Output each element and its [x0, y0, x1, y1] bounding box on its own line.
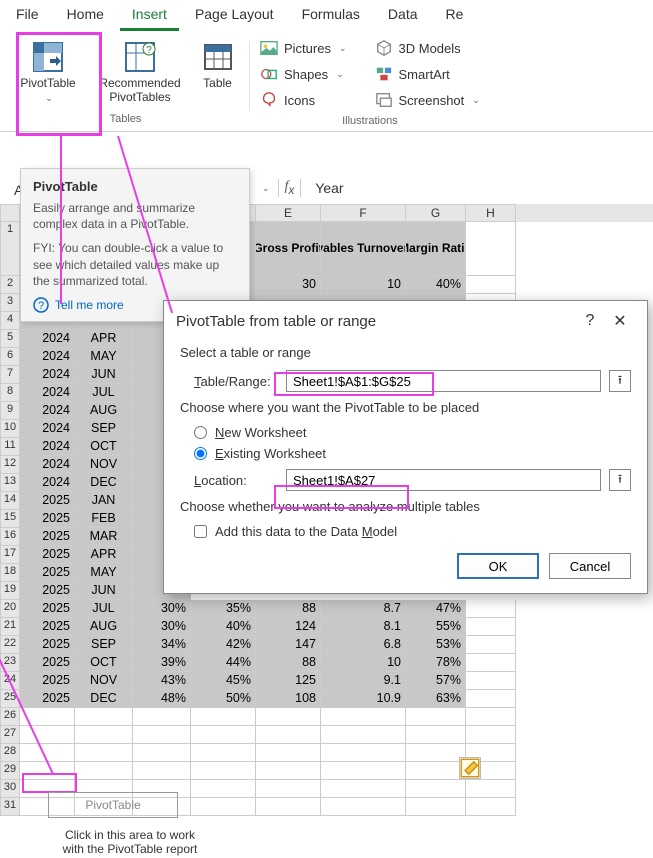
tooltip-p1: Easily arrange and summarize complex dat… — [33, 200, 237, 232]
table-range-input[interactable] — [286, 370, 601, 392]
existing-worksheet-radio[interactable]: Existing Worksheet — [194, 446, 631, 461]
range-picker-button[interactable]: ⭱ — [609, 370, 631, 392]
tooltip-p2: FYI: You can double-click a value to see… — [33, 240, 237, 289]
pictures-button[interactable]: Pictures⌄ — [254, 37, 353, 59]
table-range-label: Table/Range: — [194, 374, 278, 389]
menu-data[interactable]: Data — [376, 2, 430, 31]
ribbon-group-illustrations-label: Illustrations — [342, 111, 398, 131]
pivot-hint: Click in this area to workwith the Pivot… — [30, 828, 230, 856]
table-row: 29 — [0, 762, 653, 780]
shapes-button[interactable]: Shapes⌄ — [254, 63, 353, 85]
help-icon: ? — [33, 297, 49, 313]
smartart-button[interactable]: SmartArt — [369, 63, 486, 85]
table-row: 28 — [0, 744, 653, 762]
recommended-pivot-icon: ? — [124, 41, 156, 73]
table-row: 25 2025 DEC 48% 50% 108 10.9 63% — [0, 690, 653, 708]
smartart-icon — [375, 65, 393, 83]
icons-icon — [260, 91, 278, 109]
fx-icon[interactable]: fx — [278, 179, 302, 197]
table-row: 26 — [0, 708, 653, 726]
menu-insert[interactable]: Insert — [120, 2, 179, 31]
svg-text:?: ? — [38, 300, 44, 312]
menu-home[interactable]: Home — [55, 2, 116, 31]
dialog-sec1: Select a table or range — [180, 345, 631, 360]
quick-analysis-icon — [460, 758, 480, 778]
pivot-table-icon — [32, 41, 64, 73]
shapes-icon — [260, 65, 278, 83]
dialog-help-button[interactable]: ? — [575, 312, 605, 330]
ribbon: PivotTable⌄ ? Recommended PivotTables Ta… — [0, 31, 653, 132]
ok-button[interactable]: OK — [457, 553, 539, 579]
dialog-sec2: Choose where you want the PivotTable to … — [180, 400, 631, 415]
pictures-icon — [260, 39, 278, 57]
svg-text:?: ? — [146, 45, 152, 56]
table-button[interactable]: Table — [190, 37, 245, 109]
3d-models-icon — [375, 39, 393, 57]
pivot-tooltip: PivotTable Easily arrange and summarize … — [20, 168, 250, 322]
cancel-button[interactable]: Cancel — [549, 553, 631, 579]
screenshot-button[interactable]: Screenshot⌄ — [369, 89, 486, 111]
recommended-pivot-button[interactable]: ? Recommended PivotTables — [90, 37, 190, 109]
location-label: Location: — [194, 473, 278, 488]
menu-bar: File Home Insert Page Layout Formulas Da… — [0, 0, 653, 31]
menu-page-layout[interactable]: Page Layout — [183, 2, 286, 31]
pivot-placeholder[interactable]: PivotTable — [48, 792, 178, 818]
dialog-sec3: Choose whether you want to analyze multi… — [180, 499, 631, 514]
ribbon-group-tables-label: Tables — [110, 109, 142, 129]
data-model-checkbox[interactable]: Add this data to the Data Model — [194, 524, 631, 539]
location-picker-button[interactable]: ⭱ — [609, 469, 631, 491]
dialog-title: PivotTable from table or range — [176, 313, 376, 330]
formula-value[interactable]: Year — [305, 178, 353, 198]
table-row: 23 2025 OCT 39% 44% 88 10 78% — [0, 654, 653, 672]
3d-models-button[interactable]: 3D Models — [369, 37, 486, 59]
pivot-table-button[interactable]: PivotTable⌄ — [6, 37, 90, 109]
quick-analysis-button[interactable] — [459, 757, 481, 779]
menu-review[interactable]: Re — [434, 2, 476, 31]
table-row: 21 2025 AUG 30% 40% 124 8.1 55% — [0, 618, 653, 636]
table-row: 20 2025 JUL 30% 35% 88 8.7 47% — [0, 600, 653, 618]
dialog-close-button[interactable]: ✕ — [605, 311, 635, 331]
formula-bar: ⌄ fx Year — [256, 178, 354, 198]
menu-formulas[interactable]: Formulas — [290, 2, 372, 31]
location-input[interactable] — [286, 469, 601, 491]
icons-button[interactable]: Icons — [254, 89, 353, 111]
pivot-dialog: PivotTable from table or range ? ✕ Selec… — [163, 300, 648, 594]
formula-expand-icon[interactable]: ⌄ — [258, 183, 274, 194]
table-row: 27 — [0, 726, 653, 744]
new-worksheet-radio[interactable]: New Worksheet — [194, 425, 631, 440]
menu-file[interactable]: File — [4, 2, 51, 31]
screenshot-icon — [375, 91, 393, 109]
table-row: 24 2025 NOV 43% 45% 125 9.1 57% — [0, 672, 653, 690]
table-icon — [202, 41, 234, 73]
tooltip-title: PivotTable — [33, 179, 237, 194]
table-row: 22 2025 SEP 34% 42% 147 6.8 53% — [0, 636, 653, 654]
